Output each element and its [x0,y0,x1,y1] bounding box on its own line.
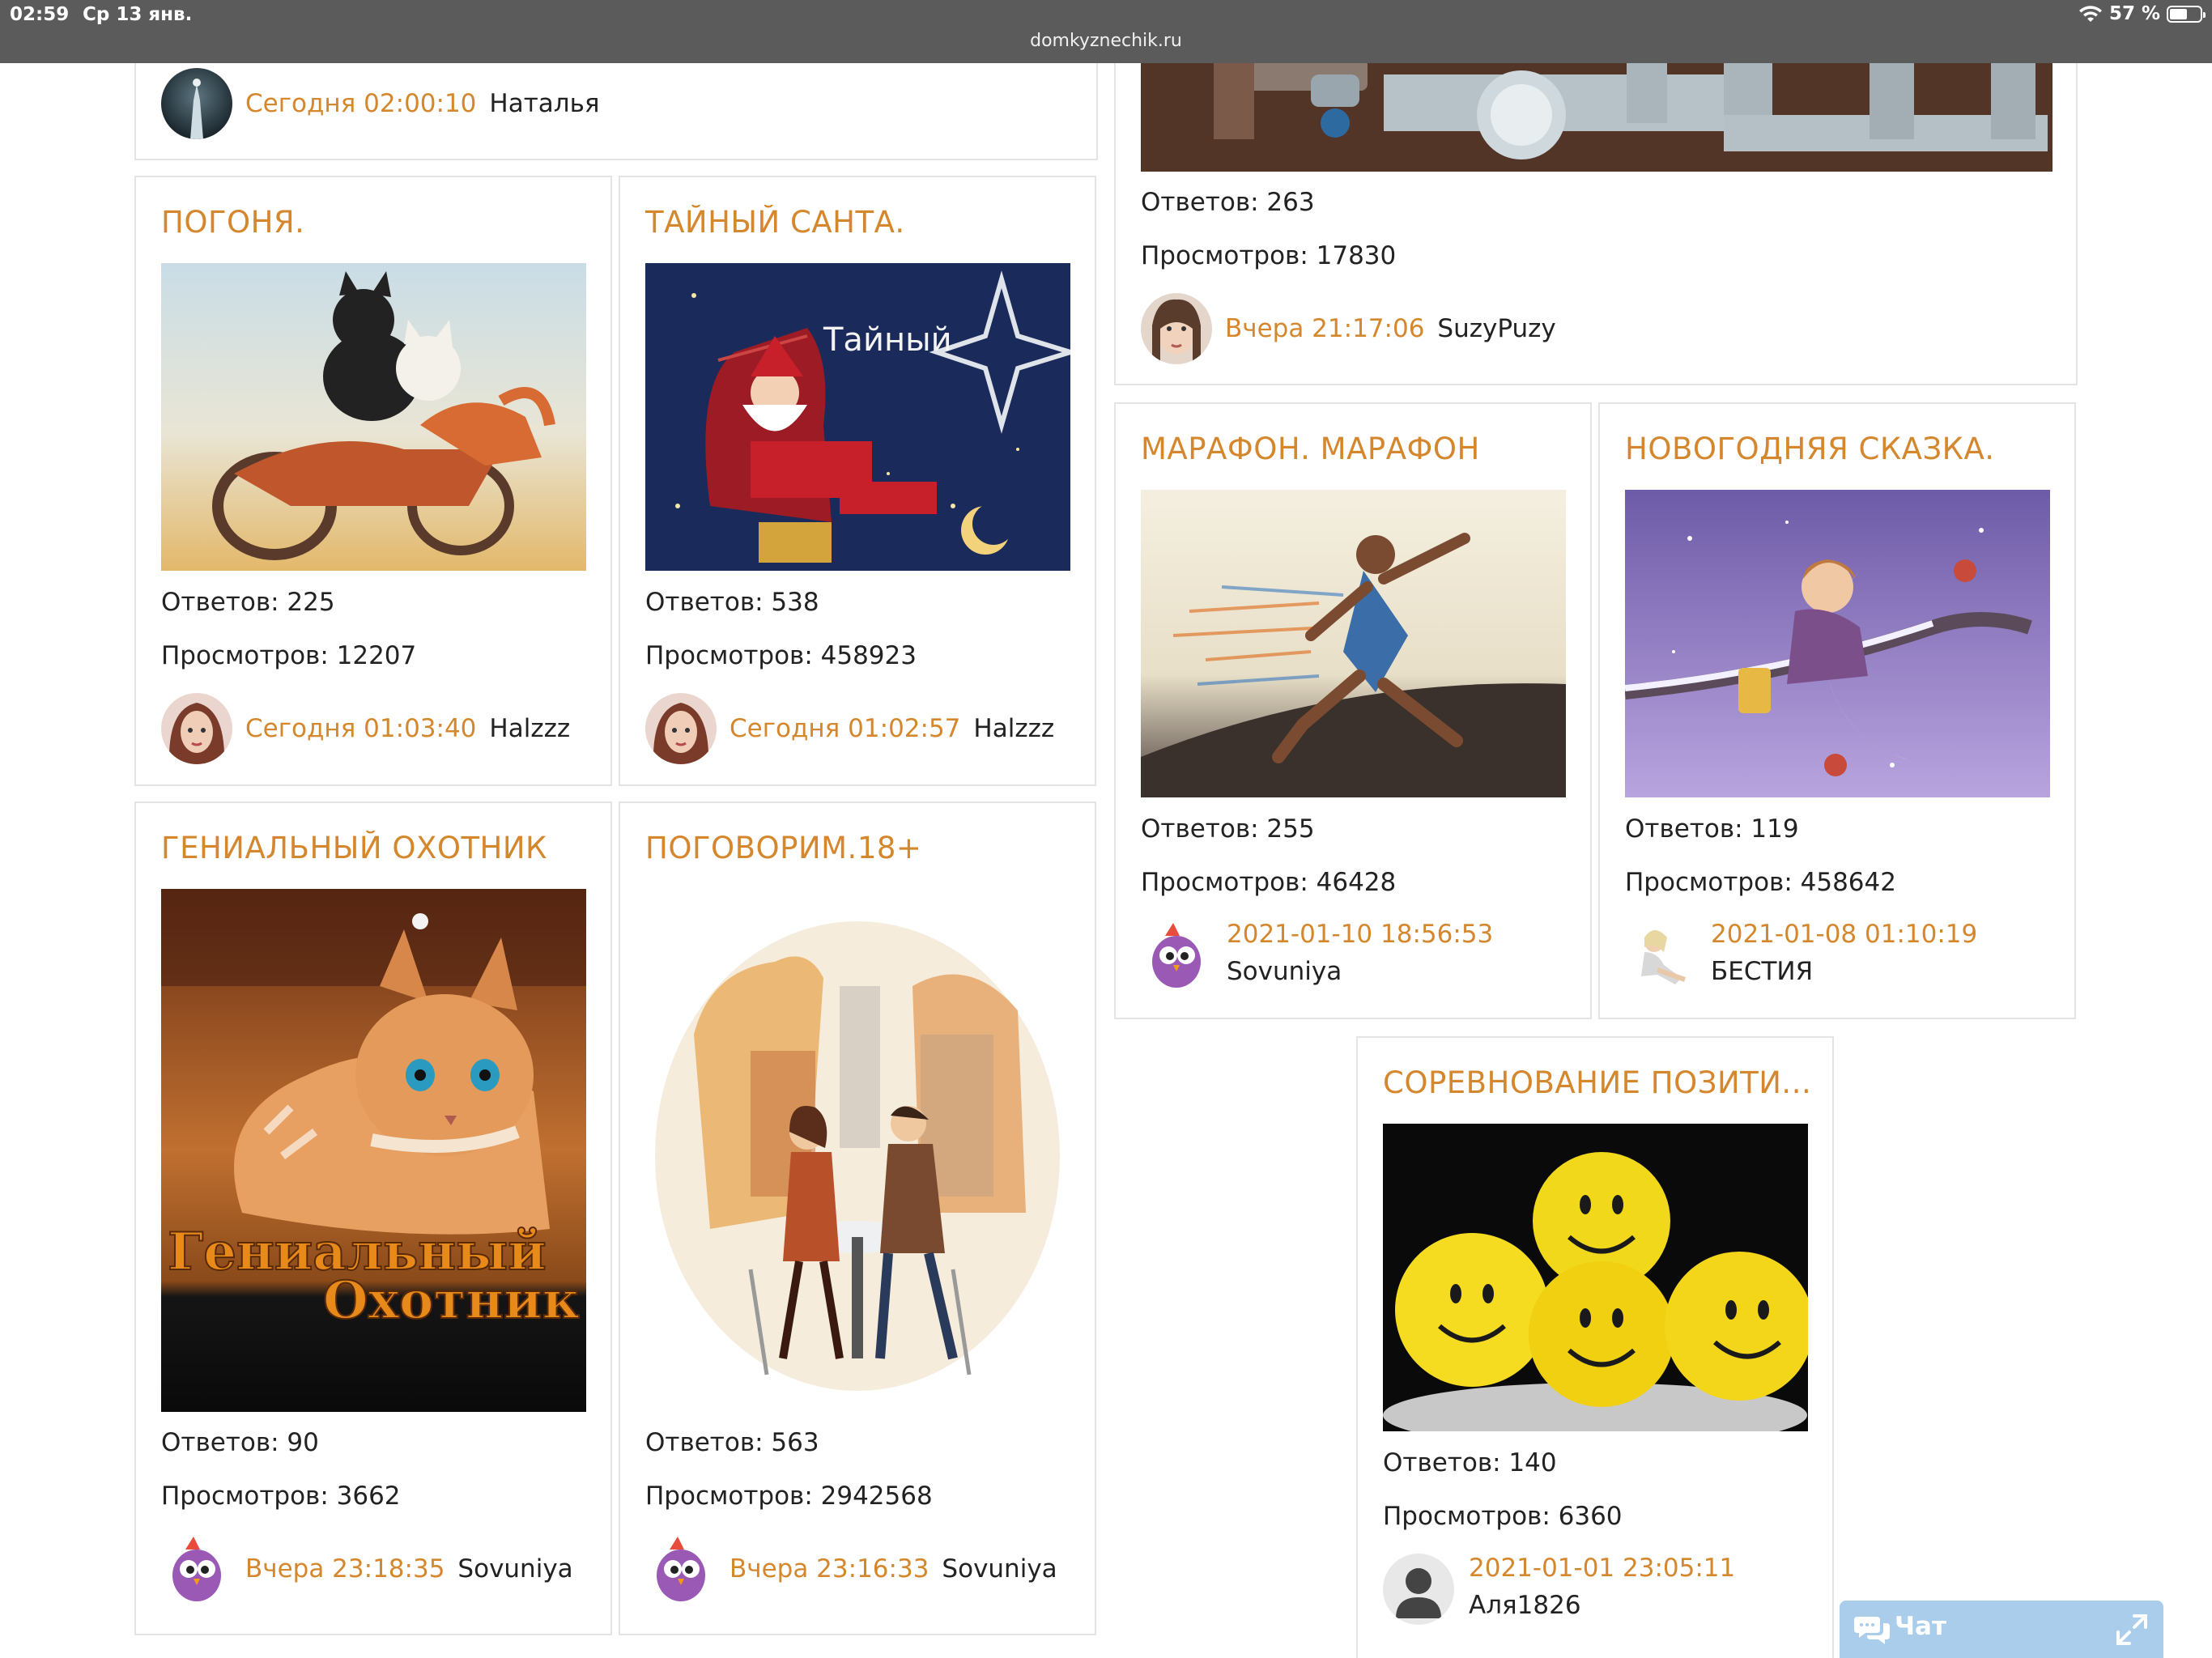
wifi-icon [2078,6,2102,22]
topic-card-positive[interactable]: СОРЕВНОВАНИЕ ПОЗИТИ... Ответов: 140 Прос… [1356,1036,1834,1658]
last-post-time[interactable]: Вчера 21:17:06 [1225,314,1424,343]
avatar[interactable] [645,1533,717,1605]
replies-count: Ответов: 563 [645,1428,819,1457]
last-post-user[interactable]: SuzyPuzy [1437,314,1555,343]
battery-fill [2170,8,2187,19]
replies-count: Ответов: 90 [161,1428,319,1457]
views-count: Просмотров: 458923 [645,641,917,670]
last-post-info: 2021-01-10 18:56:53 Sovuniya [1141,920,1562,994]
last-post-info: Сегодня 01:03:40 Halzzz [161,693,570,764]
date: Ср 13 янв. [83,4,193,25]
battery-icon [2167,5,2206,23]
topic-title[interactable]: ГЕНИАЛЬНЫЙ ОХОТНИК [161,831,594,865]
last-post-time[interactable]: Сегодня 01:03:40 [245,714,476,743]
battery-percent: 57 % [2108,3,2160,24]
replies-count: Ответов: 255 [1141,814,1315,844]
replies-count: Ответов: 140 [1383,1448,1557,1477]
avatar[interactable] [1141,293,1212,364]
last-post-time[interactable]: Вчера 23:16:33 [730,1554,929,1584]
last-post-time[interactable]: 2021-01-10 18:56:53 [1227,920,1493,949]
topic-card-talk[interactable]: ПОГОВОРИМ.18+ Ответов: 563 Просмотров: 2… [619,801,1096,1635]
topic-image[interactable] [161,263,586,571]
chat-bubbles-icon [1854,1617,1890,1644]
last-post-user[interactable]: Sovuniya [942,1554,1057,1584]
last-post-time[interactable]: Сегодня 01:02:57 [730,714,960,743]
last-post-user[interactable]: Halzzz [973,714,1054,743]
expand-icon[interactable] [2116,1614,2147,1645]
topic-card-marathon[interactable]: МАРАФОН. МАРАФОН Ответов: 255 Просмотров… [1114,402,1592,1019]
last-post-info: Вчера 23:16:33 Sovuniya [645,1533,1057,1605]
last-post-info: 2021-01-01 23:05:11 Аля1826 [1383,1554,1804,1628]
chat-widget[interactable]: Чат [1840,1601,2163,1658]
views-count: Просмотров: 6360 [1383,1502,1623,1531]
topic-image[interactable] [1625,490,2050,797]
chat-label: Чат [1895,1612,1946,1641]
views-count: Просмотров: 458642 [1625,868,1896,897]
last-post-info: Сегодня 02:00:10 Наталья [161,68,600,139]
topic-title[interactable]: НОВОГОДНЯЯ СКАЗКА. [1625,432,2058,466]
topic-title[interactable]: ПОГОВОРИМ.18+ [645,831,1078,865]
last-post-time[interactable]: 2021-01-08 01:10:19 [1711,920,1977,949]
avatar[interactable] [1625,920,1696,991]
topic-image[interactable] [645,889,1070,1412]
last-post-info: Вчера 23:18:35 Sovuniya [161,1533,573,1605]
last-post-user[interactable]: Halzzz [489,714,570,743]
last-post-user[interactable]: Аля1826 [1469,1591,1581,1620]
topic-title[interactable]: МАРАФОН. МАРАФОН [1141,432,1574,466]
clock: 02:59 [10,4,70,25]
avatar[interactable] [161,1533,232,1605]
last-post-user[interactable]: Sovuniya [457,1554,572,1584]
topic-image[interactable]: Тайный [645,263,1070,571]
last-post-user[interactable]: Sovuniya [1227,957,1342,986]
topic-image[interactable]: Гениальный Охотник [161,889,586,1412]
views-count: Просмотров: 3662 [161,1482,401,1511]
topic-card-santa[interactable]: ТАЙНЫЙ САНТА. Тайный Ответов: 538 Просмо… [619,176,1096,786]
topic-image[interactable] [1383,1124,1808,1431]
avatar[interactable] [645,693,717,764]
topic-card-pogonya[interactable]: ПОГОНЯ. Ответов: 225 Просмотров: 12207 С… [134,176,612,786]
last-post-info: 2021-01-08 01:10:19 БЕСТИЯ [1625,920,2046,994]
topic-card-hunter[interactable]: ГЕНИАЛЬНЫЙ ОХОТНИК Гениальный Охотник От… [134,801,612,1635]
page: 02:59 Ср 13 янв. domkyznechik.ru 57 % Се… [0,0,2212,1658]
status-icons: 57 % [2078,3,2206,24]
status-bar: 02:59 Ср 13 янв. domkyznechik.ru 57 % [0,0,2212,63]
views-count: Просмотров: 46428 [1141,868,1397,897]
last-post-time[interactable]: 2021-01-01 23:05:11 [1469,1554,1735,1583]
topic-card-fairytale[interactable]: НОВОГОДНЯЯ СКАЗКА. Ответов: 119 Просмотр… [1598,402,2076,1019]
avatar[interactable] [1141,920,1212,991]
hunter-image-caption-2: Охотник [323,1270,580,1331]
avatar[interactable] [161,693,232,764]
replies-count: Ответов: 263 [1141,188,1315,217]
santa-image-caption: Тайный [823,321,952,359]
last-post-info: Вчера 21:17:06 SuzyPuzy [1141,293,1556,364]
avatar[interactable] [1383,1554,1454,1625]
topic-title[interactable]: СОРЕВНОВАНИЕ ПОЗИТИ... [1383,1065,1816,1100]
topic-title[interactable]: ТАЙНЫЙ САНТА. [645,205,1078,240]
last-post-user[interactable]: Наталья [489,89,599,118]
last-post-user[interactable]: БЕСТИЯ [1711,957,1813,986]
replies-count: Ответов: 119 [1625,814,1799,844]
replies-count: Ответов: 225 [161,588,335,617]
last-post-time[interactable]: Сегодня 02:00:10 [245,89,476,118]
topic-card-partial-right[interactable]: Ответов: 263 Просмотров: 17830 Вчера 21:… [1114,24,2078,385]
topic-image[interactable] [1141,490,1566,797]
views-count: Просмотров: 17830 [1141,241,1397,270]
last-post-info: Сегодня 01:02:57 Halzzz [645,693,1054,764]
address-bar-url[interactable]: domkyznechik.ru [0,31,2212,51]
views-count: Просмотров: 2942568 [645,1482,933,1511]
views-count: Просмотров: 12207 [161,641,417,670]
avatar[interactable] [161,68,232,139]
replies-count: Ответов: 538 [645,588,819,617]
topic-title[interactable]: ПОГОНЯ. [161,205,594,240]
last-post-time[interactable]: Вчера 23:18:35 [245,1554,445,1584]
